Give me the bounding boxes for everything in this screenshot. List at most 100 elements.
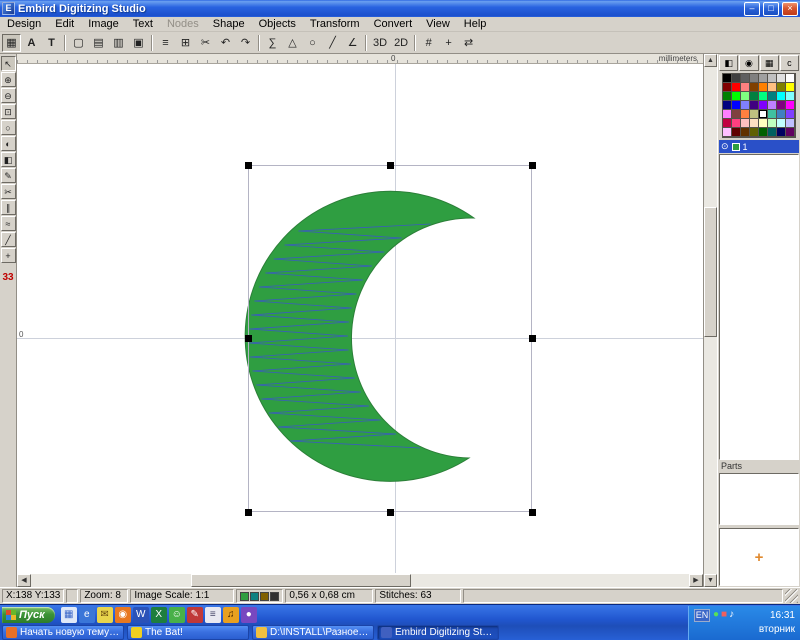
palette-color[interactable] [759,110,768,119]
status-tray-icon[interactable]: ■ [721,608,727,622]
center-button[interactable]: + [439,34,458,52]
media-player-icon[interactable]: ◉ [115,607,131,623]
pointer-mode-button[interactable]: ▦ [2,34,21,52]
menu-view[interactable]: View [419,18,457,30]
paint-icon[interactable]: ✎ [187,607,203,623]
column-tool[interactable]: ∥ [1,200,16,215]
open-design-button[interactable]: ▤ [89,34,108,52]
view-2d-button[interactable]: 2D [391,34,411,52]
palette-color[interactable] [777,110,786,119]
menu-edit[interactable]: Edit [48,18,81,30]
palette-color[interactable] [723,119,732,128]
object-list-item-selected[interactable]: ⊙ 1 [719,140,799,153]
palette-color[interactable] [732,101,741,110]
palette-color[interactable] [768,83,777,92]
vertical-scroll-thumb[interactable] [704,207,717,337]
pan-button[interactable]: ⇄ [459,34,478,52]
scissors-tool[interactable]: ✂ [1,184,16,199]
selection-handle[interactable] [387,162,394,169]
volume-tray-icon[interactable]: ♪ [729,608,734,622]
palette-color[interactable] [741,128,750,137]
palette-color[interactable] [723,92,732,101]
palette-color[interactable] [750,83,759,92]
selection-handle[interactable] [245,509,252,516]
browser-icon[interactable]: ● [241,607,257,623]
node-edit-tool[interactable]: + [1,248,16,263]
zoom-region-tool[interactable]: ⊡ [1,104,16,119]
clock-time[interactable]: 16:31 [770,610,795,621]
palette-color[interactable] [723,83,732,92]
palette-color[interactable] [759,119,768,128]
palette-color[interactable] [723,110,732,119]
word-icon[interactable]: W [133,607,149,623]
palette-color[interactable] [786,92,795,101]
circle-button[interactable]: ○ [303,34,322,52]
palette-color[interactable] [777,119,786,128]
palette-color[interactable] [786,110,795,119]
undo-button[interactable]: ↶ [216,34,235,52]
taskbar-task[interactable]: Embird Digitizing Stud... [377,625,499,640]
menu-objects[interactable]: Objects [252,18,303,30]
palette-color[interactable] [732,92,741,101]
new-design-button[interactable]: ▢ [69,34,88,52]
design-canvas[interactable]: 0 [17,64,703,573]
curve-tool[interactable]: ≈ [1,216,16,231]
show-desktop-icon[interactable]: ▦ [61,607,77,623]
palette-color[interactable] [723,128,732,137]
notepad-icon[interactable]: ≡ [205,607,221,623]
taskbar-task[interactable]: D:\INSTALL\Разное\Embird [252,625,374,640]
color-picker-button[interactable]: ◉ [739,55,758,71]
palette-color[interactable] [741,83,750,92]
object-list[interactable] [719,154,799,460]
palette-color[interactable] [741,110,750,119]
menu-image[interactable]: Image [81,18,126,30]
palette-color[interactable] [732,119,741,128]
selection-handle[interactable] [529,162,536,169]
palette-color[interactable] [777,101,786,110]
menu-convert[interactable]: Convert [367,18,420,30]
fill-region-tool[interactable]: ◐ [1,136,16,151]
menu-design[interactable]: Design [0,18,48,30]
palette-color[interactable] [723,74,732,83]
cut-button[interactable]: ✂ [196,34,215,52]
menu-shape[interactable]: Shape [206,18,252,30]
keyboard-language-indicator[interactable]: EN [694,609,710,622]
palette-color[interactable] [777,83,786,92]
palette-color[interactable] [759,92,768,101]
palette-mode-button[interactable]: ◧ [719,55,738,71]
text-tool-button[interactable]: T [42,34,61,52]
vertical-scrollbar[interactable]: ▲ ▼ [703,54,717,587]
excel-icon[interactable]: X [151,607,167,623]
palette-color[interactable] [777,92,786,101]
menu-transform[interactable]: Transform [303,18,367,30]
palette-color[interactable] [732,74,741,83]
palette-color[interactable] [768,74,777,83]
winamp-icon[interactable]: ♫ [223,607,239,623]
selection-handle[interactable] [529,509,536,516]
maximize-button[interactable]: □ [763,2,779,16]
palette-color[interactable] [786,101,795,110]
palette-color[interactable] [732,83,741,92]
selection-handle[interactable] [245,335,252,342]
palette-color[interactable] [768,110,777,119]
palette-color[interactable] [741,74,750,83]
palette-color[interactable] [750,101,759,110]
import-button[interactable]: ▥ [109,34,128,52]
select-tool[interactable]: ↖ [1,56,16,71]
antivirus-tray-icon[interactable]: ● [713,608,719,622]
scroll-down-button[interactable]: ▼ [704,574,717,587]
close-button[interactable]: × [782,2,798,16]
palette-color[interactable] [786,74,795,83]
messenger-icon[interactable]: ☺ [169,607,185,623]
palette-color[interactable] [741,101,750,110]
scroll-up-button[interactable]: ▲ [704,54,717,67]
ellipse-tool[interactable]: ○ [1,120,16,135]
visibility-eye-icon[interactable]: ⊙ [721,141,729,152]
palette-color[interactable] [768,119,777,128]
mail-icon[interactable]: ✉ [97,607,113,623]
palette-color[interactable] [750,128,759,137]
save-button[interactable]: ▣ [129,34,148,52]
selection-handle[interactable] [245,162,252,169]
scroll-right-button[interactable]: ▶ [689,574,703,587]
thread-grid-button[interactable]: ▦ [760,55,779,71]
